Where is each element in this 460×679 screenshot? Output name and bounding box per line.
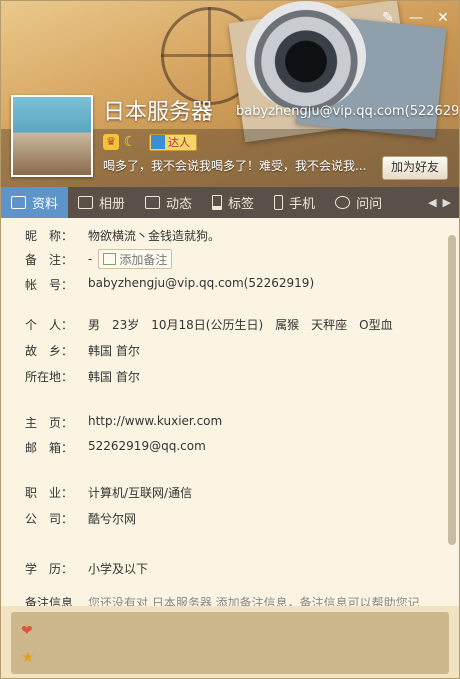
- detail-row-remark: 备 注： - 添加备注: [25, 249, 173, 269]
- homepage-link[interactable]: http://www.kuxier.com: [88, 414, 222, 431]
- tag-icon: [212, 195, 223, 210]
- detail-row-education: 学 历： 小学及以下: [25, 560, 148, 577]
- detail-label: 帐 号：: [25, 278, 74, 292]
- detail-label: 公 司：: [25, 512, 74, 526]
- detail-label: 职 业：: [25, 486, 74, 500]
- vertical-scrollbar[interactable]: [448, 221, 456, 606]
- bottom-panel: ❤ ★: [11, 612, 449, 674]
- tab-label: 相册: [99, 197, 126, 212]
- detail-row-nickname: 昵 称： 物欲横流丶金钱造就狗。: [25, 227, 220, 244]
- talent-icon: [151, 135, 165, 149]
- detail-label: 所在地：: [25, 370, 74, 384]
- detail-value: 韩国 首尔: [88, 344, 140, 358]
- profile-nickname: 日本服务器: [103, 100, 214, 125]
- tab-label: 动态: [166, 197, 193, 212]
- badge-row: ♛ ☾ 达人: [103, 133, 197, 151]
- skin-icon[interactable]: ✎: [379, 9, 397, 27]
- detail-label: 备注信息: [25, 596, 74, 606]
- detail-value: 您还没有对 日本服务器 添加备注信息，备注信息可以帮助您记: [88, 596, 420, 606]
- tab-label: 手机: [289, 197, 316, 212]
- tab-tags[interactable]: 标签: [202, 187, 264, 218]
- detail-value: 计算机/互联网/通信: [88, 486, 193, 500]
- detail-label: 主 页：: [25, 416, 74, 430]
- edit-note-icon: [103, 253, 117, 265]
- add-remark-button[interactable]: 添加备注: [98, 249, 173, 269]
- detail-row-location: 所在地： 韩国 首尔: [25, 368, 140, 385]
- detail-label: 邮 箱：: [25, 441, 74, 455]
- bottom-bar: ❤ ★: [1, 606, 459, 678]
- avatar[interactable]: [11, 95, 93, 177]
- profile-card-icon: [11, 196, 26, 209]
- talent-badge[interactable]: 达人: [149, 133, 197, 151]
- detail-row-company: 公 司： 酷兮尔网: [25, 510, 136, 527]
- detail-row-homepage: 主 页： http://www.kuxier.com: [25, 414, 222, 431]
- crown-icon[interactable]: ♛: [103, 134, 119, 150]
- detail-value: 男 23岁 10月18日(公历生日) 属猴 天秤座 O型血: [88, 318, 393, 332]
- detail-value: 小学及以下: [88, 562, 149, 576]
- tab-label: 资料: [32, 197, 59, 212]
- detail-value: 物欲横流丶金钱造就狗。: [88, 229, 221, 243]
- tab-wenwen[interactable]: 问问: [325, 187, 392, 218]
- profile-account: babyzhengju@vip.qq.com(52262919): [236, 104, 458, 119]
- profile-details: 昵 称： 物欲横流丶金钱造就狗。 备 注： - 添加备注 帐 号： babyzh…: [1, 218, 459, 606]
- phone-icon: [274, 195, 284, 210]
- tab-label: 问问: [356, 197, 383, 212]
- detail-row-account: 帐 号： babyzhengju@vip.qq.com(52262919): [25, 276, 314, 293]
- chat-icon: [335, 196, 351, 209]
- talent-label: 达人: [168, 136, 190, 149]
- tab-label: 标签: [228, 197, 255, 212]
- feed-icon: [145, 196, 161, 209]
- chevron-left-icon[interactable]: ◀: [428, 196, 436, 209]
- profile-header: ✎ — ✕ 日本服务器 babyzhengju@vip.qq.com(52262…: [1, 1, 459, 187]
- album-icon: [78, 196, 94, 209]
- detail-label: 个 人：: [25, 318, 74, 332]
- moon-icon[interactable]: ☾: [122, 134, 138, 150]
- add-remark-label: 添加备注: [119, 252, 168, 267]
- close-button[interactable]: ✕: [434, 9, 452, 27]
- detail-row-job: 职 业： 计算机/互联网/通信: [25, 484, 192, 501]
- detail-value: 韩国 首尔: [88, 370, 140, 384]
- detail-label: 学 历：: [25, 562, 74, 576]
- detail-label: 昵 称：: [25, 229, 74, 243]
- profile-window: ✎ — ✕ 日本服务器 babyzhengju@vip.qq.com(52262…: [0, 0, 460, 679]
- scrollbar-thumb[interactable]: [448, 235, 456, 545]
- detail-row-remark-info: 备注信息 您还没有对 日本服务器 添加备注信息，备注信息可以帮助您记: [25, 594, 420, 606]
- detail-value: -: [88, 252, 93, 266]
- detail-row-personal: 个 人： 男 23岁 10月18日(公历生日) 属猴 天秤座 O型血: [25, 316, 393, 333]
- profile-signature: 喝多了，我不会说我喝多了！难受，我不会说我...: [103, 159, 367, 173]
- detail-row-email: 邮 箱： 52262919@qq.com: [25, 439, 206, 456]
- star-icon[interactable]: ★: [21, 650, 35, 665]
- detail-value: babyzhengju@vip.qq.com(52262919): [88, 276, 315, 290]
- chevron-right-icon[interactable]: ▶: [443, 196, 451, 209]
- add-friend-button[interactable]: 加为好友: [382, 156, 448, 180]
- minimize-button[interactable]: —: [407, 9, 425, 27]
- tab-scroll-arrows: ◀ ▶: [428, 196, 459, 209]
- tab-profile[interactable]: 资料: [1, 187, 69, 218]
- tab-feed[interactable]: 动态: [135, 187, 202, 218]
- tab-phone[interactable]: 手机: [264, 187, 325, 218]
- detail-value: 酷兮尔网: [88, 512, 137, 526]
- tab-bar: 资料 相册 动态 标签 手机 问问 ◀ ▶: [1, 187, 459, 218]
- tab-album[interactable]: 相册: [68, 187, 135, 218]
- detail-label: 故 乡：: [25, 344, 74, 358]
- camera-lens-decoration: [246, 1, 366, 111]
- detail-label: 备 注：: [25, 252, 74, 267]
- heart-icon[interactable]: ❤: [21, 624, 35, 638]
- detail-row-hometown: 故 乡： 韩国 首尔: [25, 342, 140, 359]
- email-link[interactable]: 52262919@qq.com: [88, 439, 206, 456]
